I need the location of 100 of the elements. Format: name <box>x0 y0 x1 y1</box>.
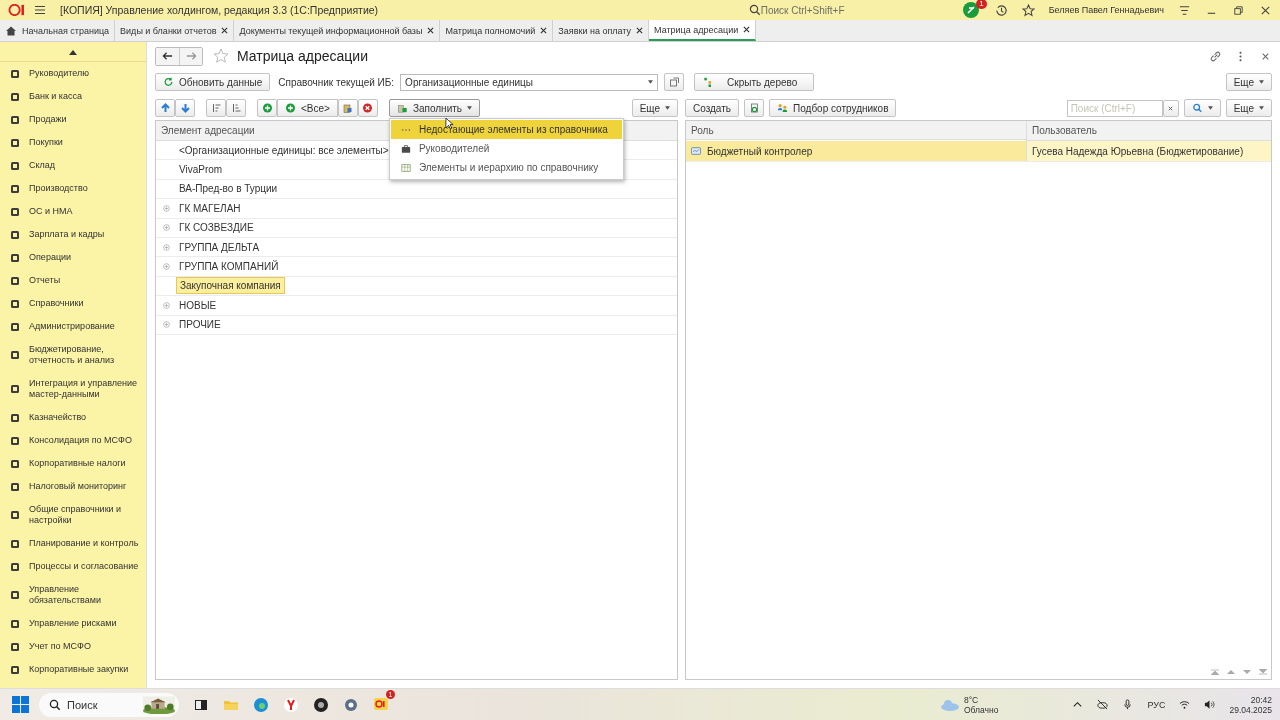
history-icon[interactable] <box>994 3 1008 17</box>
tree-row[interactable]: ВА-Пред-во в Турции <box>176 181 281 197</box>
close-icon[interactable] <box>540 27 548 34</box>
tab[interactable]: Матрица адресации <box>649 20 757 41</box>
pick-employees-button[interactable]: Подбор сотрудников <box>769 99 897 117</box>
tab[interactable]: Виды и бланки отчетов <box>115 20 235 41</box>
language-indicator[interactable]: РУС <box>1147 699 1166 710</box>
more-button[interactable]: Еще <box>1225 73 1272 91</box>
menu-icon[interactable] <box>34 4 46 16</box>
create-button[interactable]: Создать <box>685 99 739 117</box>
sidebar-item[interactable]: Банк и касса <box>0 85 146 108</box>
tab[interactable]: Матрица полномочий <box>440 20 554 41</box>
sidebar-item[interactable]: Общие справочники и настройки <box>0 498 146 532</box>
windows-icon[interactable] <box>12 696 29 713</box>
sidebar-item[interactable]: Администрирование <box>0 315 146 338</box>
sidebar-item[interactable]: Интеграция и управление мастер-данными <box>0 372 146 406</box>
link-icon[interactable] <box>1209 49 1222 63</box>
sidebar-item[interactable]: Отчеты <box>0 269 146 292</box>
tree-row[interactable]: Закупочная компания <box>176 277 285 295</box>
refresh-button[interactable] <box>744 99 764 117</box>
search-field[interactable]: Поиск <box>67 698 137 711</box>
search-field[interactable]: Поиск Ctrl+Shift+F <box>760 1 949 19</box>
star-icon[interactable] <box>213 48 229 64</box>
sidebar-item[interactable]: Консолидация по МСФО <box>0 429 146 452</box>
tree-row[interactable]: ГК СОЗВЕЗДИЕ <box>176 220 257 236</box>
sidebar-item[interactable]: Зарплата и кадры <box>0 223 146 246</box>
menu-item[interactable]: Элементы и иерархию по справочнику <box>390 158 622 177</box>
close-icon[interactable] <box>427 27 435 34</box>
tree-row[interactable]: VivaProm <box>176 162 226 178</box>
sidebar-item[interactable]: Планирование и контроль <box>0 532 146 555</box>
tree-row[interactable]: ГРУППА ДЕЛЬТА <box>176 239 263 255</box>
menu-item[interactable]: Недостающие элементы из справочника <box>390 120 622 139</box>
add-all-button[interactable]: <Все> <box>277 99 338 117</box>
sidebar-item[interactable]: Процессы и согласование <box>0 555 146 578</box>
taskbar-search[interactable]: Поиск <box>39 692 179 717</box>
section-icon <box>10 91 20 102</box>
notification-icon[interactable] <box>962 2 979 18</box>
fill-button[interactable]: Заполнить <box>388 99 480 117</box>
sidebar-item[interactable]: Бюджетирование, отчетность и анализ <box>0 338 146 372</box>
chevron-up-icon[interactable] <box>1072 699 1084 710</box>
sidebar-item[interactable]: Продажи <box>0 108 146 131</box>
delete-button[interactable] <box>357 99 378 117</box>
tab[interactable]: Начальная страница <box>0 20 116 41</box>
microphone-icon[interactable] <box>1122 699 1134 710</box>
sort-icon <box>210 103 222 113</box>
add-button[interactable] <box>257 99 277 117</box>
sidebar-item[interactable]: Учет по МСФО <box>0 635 146 658</box>
sidebar-item[interactable]: Управление рисками <box>0 612 146 635</box>
back-button[interactable] <box>156 47 179 65</box>
sidebar-item[interactable]: Покупки <box>0 131 146 154</box>
sidebar-item[interactable]: Налоговый мониторинг <box>0 475 146 498</box>
tree-row[interactable]: ПРОЧИЕ <box>176 317 224 333</box>
move-down-button[interactable] <box>175 99 195 117</box>
star-icon[interactable] <box>1021 3 1035 17</box>
sidebar-item[interactable]: ОС и НМА <box>0 200 146 223</box>
tree-row[interactable]: НОВЫЕ <box>176 297 220 313</box>
menu-icon[interactable] <box>1178 3 1191 17</box>
copy-button[interactable] <box>337 99 358 117</box>
fill-icon <box>396 103 408 113</box>
sidebar-item[interactable]: Управление обязательствами <box>0 578 146 612</box>
sort-descending-button[interactable] <box>226 99 246 117</box>
more-button[interactable]: Еще <box>631 99 678 117</box>
sidebar-item[interactable]: Склад <box>0 154 146 177</box>
wifi-icon[interactable] <box>1179 699 1191 710</box>
search-field[interactable]: Поиск (Ctrl+F) <box>1066 99 1163 117</box>
close-icon[interactable] <box>636 27 644 34</box>
tree-row[interactable]: ГРУППА КОМПАНИЙ <box>176 259 282 275</box>
hide-tree-button[interactable]: Скрыть дерево <box>694 73 815 91</box>
refresh-button[interactable]: Обновить данные <box>155 73 271 91</box>
sidebar-item[interactable]: Операции <box>0 246 146 269</box>
search-button[interactable] <box>1183 99 1221 117</box>
menu-item[interactable]: Руководителей <box>390 139 622 158</box>
open-button[interactable] <box>664 73 685 91</box>
more-button[interactable]: Еще <box>1225 99 1272 117</box>
sidebar-item[interactable]: Руководителю <box>0 62 146 85</box>
restore-icon[interactable] <box>1232 3 1245 17</box>
gear-icon[interactable] <box>343 696 359 713</box>
clock-time[interactable]: 20:42 <box>1250 694 1272 705</box>
sidebar-item[interactable]: Производство <box>0 177 146 200</box>
close-icon[interactable] <box>743 26 751 33</box>
clock-date[interactable]: 29.04.2025 <box>1229 704 1272 715</box>
sidebar-item[interactable]: Корпоративные закупки <box>0 658 146 681</box>
tab[interactable]: Документы текущей информационной базы <box>234 20 441 41</box>
browser-icon[interactable] <box>283 696 299 713</box>
sidebar-item[interactable]: Справочники <box>0 292 146 315</box>
scroll-up-icon[interactable] <box>69 48 77 55</box>
table-row[interactable]: Бюджетный контролер Гусева Надежда Юрьевна (Бюджетирование) <box>686 141 1271 162</box>
cloud-off-icon[interactable] <box>1097 699 1109 710</box>
tree-row[interactable]: ГК МАГЕЛАН <box>176 200 244 216</box>
speaker-icon[interactable] <box>1204 699 1216 710</box>
catalog-select[interactable]: Организационные единицы <box>400 73 659 91</box>
browser-icon[interactable] <box>253 696 269 713</box>
app-icon[interactable] <box>313 696 329 713</box>
sidebar-item[interactable]: Корпоративные налоги <box>0 452 146 475</box>
user-name[interactable]: Беляев Павел Геннадьевич <box>1048 5 1164 15</box>
close-icon[interactable] <box>221 27 229 34</box>
sidebar-item[interactable]: Казначейство <box>0 406 146 429</box>
move-up-button[interactable] <box>155 99 175 117</box>
sort-ascending-button[interactable] <box>206 99 226 117</box>
tree-row[interactable]: <Организационные единицы: все элементы> <box>176 142 392 158</box>
